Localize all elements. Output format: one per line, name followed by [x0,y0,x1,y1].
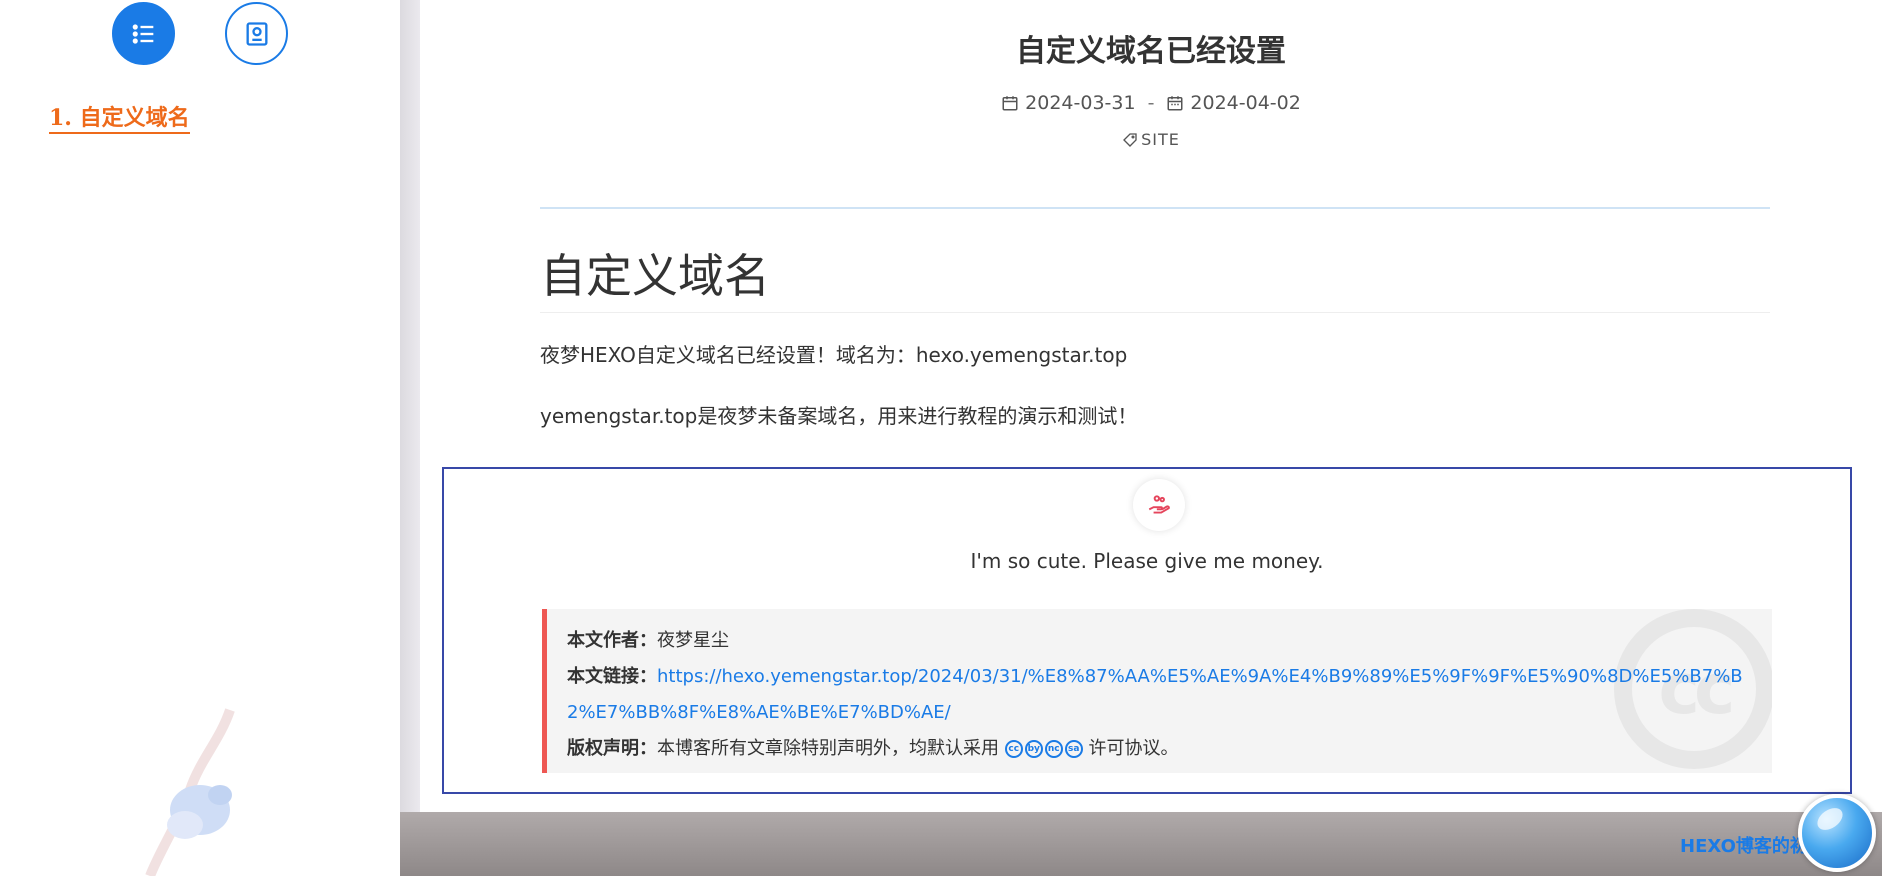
paragraph: yemengstar.top是夜梦未备案域名，用来进行教程的演示和测试！ [540,404,1138,428]
list-icon [132,23,153,44]
author-name: 夜梦星尘 [657,630,729,651]
floating-ball-button[interactable] [1798,794,1876,872]
author-line: 本文作者：夜梦星尘 [567,623,1754,659]
post-content: 自定义域名 夜梦HEXO自定义域名已经设置！域名为：hexo.yemengsta… [540,240,1770,429]
license-label: 版权声明： [567,738,657,759]
hand-coin-icon [1148,495,1170,514]
nc-icon: nc [1044,740,1063,758]
tag-label: SITE [1141,130,1180,149]
profile-icon [246,21,267,46]
calendar-check-icon [1167,96,1183,111]
post-permalink[interactable]: https://hexo.yemengstar.top/2024/03/31/%… [567,666,1743,723]
sidebar-tabs [112,2,288,65]
post-meta: 2024-03-31 - 2024-04-02 [420,92,1882,114]
sidebar: 1. 自定义域名 [0,0,400,876]
meta-separator: - [1147,92,1155,114]
toc-tab-button[interactable] [112,2,175,65]
reward-text: I'm so cute. Please give me money. [970,549,1324,573]
footer-background [400,812,1882,876]
license-text-before: 本博客所有文章除特别声明外，均默认采用 [657,738,999,759]
updated-date: 2024-04-02 [1166,92,1301,114]
next-post-link[interactable]: HEXO博客的初 [1680,832,1808,858]
overview-tab-button[interactable] [225,2,288,65]
sa-icon: sa [1064,740,1083,758]
background-strip [400,0,420,876]
cc-license-link[interactable]: cc by nc sa [1004,740,1083,758]
license-line: 版权声明：本博客所有文章除特别声明外，均默认采用 cc by nc sa 许可协… [567,731,1754,767]
post-card: 自定义域名已经设置 2024-03-31 - 2024-04-02 SITE 自… [420,0,1882,812]
section-heading: 自定义域名 [540,240,1770,313]
license-text-after: 许可协议。 [1088,738,1179,759]
created-date: 2024-03-31 [1001,92,1136,114]
by-icon: by [1024,740,1043,758]
updated-date-text: 2024-04-02 [1190,92,1301,114]
link-line: 本文链接：https://hexo.yemengstar.top/2024/03… [567,659,1754,731]
tag-icon [1123,132,1137,147]
character-illustration [145,708,235,876]
paragraph: 夜梦HEXO自定义域名已经设置！域名为：hexo.yemengstar.top [540,343,1128,367]
copyright-box: cc 本文作者：夜梦星尘 本文链接：https://hexo.yemengsta… [542,609,1772,773]
link-label: 本文链接： [567,666,657,687]
toc-item-custom-domain[interactable]: 1. 自定义域名 [49,100,190,134]
reward-button[interactable] [1133,479,1185,531]
author-label: 本文作者： [567,630,657,651]
calendar-icon [1002,96,1018,111]
reward-section: I'm so cute. Please give me money. cc 本文… [442,467,1852,794]
created-date-text: 2024-03-31 [1025,92,1136,114]
post-tag[interactable]: SITE [420,130,1882,149]
header-divider [540,207,1770,209]
cc-icon: cc [1004,740,1023,758]
post-title: 自定义域名已经设置 [1016,34,1286,69]
